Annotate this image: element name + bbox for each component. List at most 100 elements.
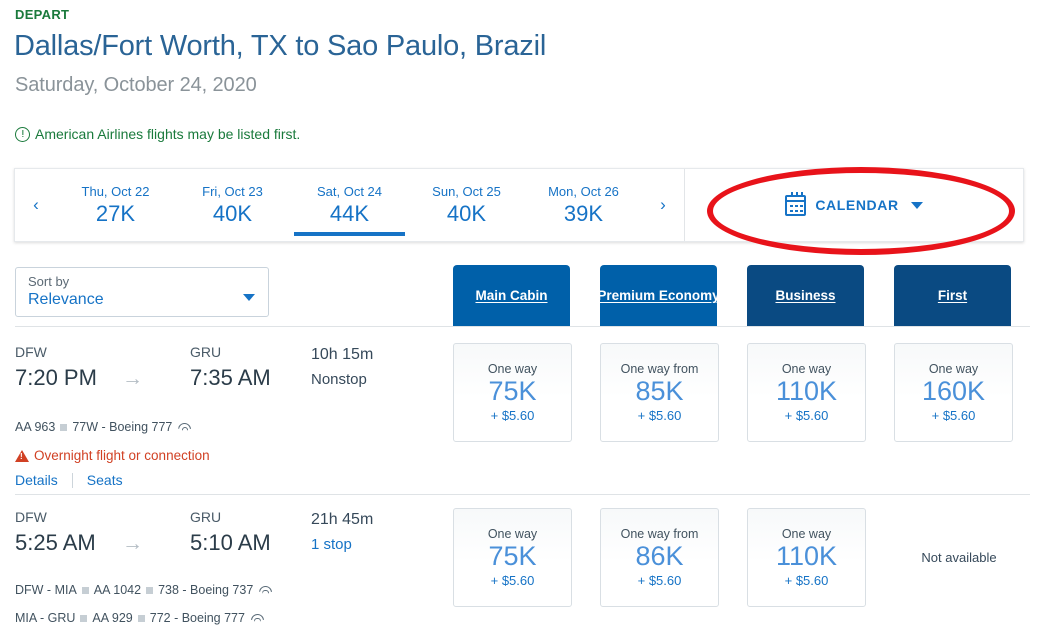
date-option[interactable]: Thu, Oct 22 27K [57, 169, 174, 241]
fare-label: One way from [620, 361, 699, 376]
date-option-price: 40K [212, 200, 253, 226]
fare-card[interactable]: One way from 86K + $5.60 [600, 508, 719, 607]
segment-text-c: 772 - Boeing 777 [149, 611, 245, 625]
chevron-down-icon [910, 201, 923, 209]
fare-miles: 86K [635, 540, 684, 571]
airline-listing-notice: American Airlines flights may be listed … [15, 126, 300, 142]
fare-tax: + $5.60 [784, 408, 829, 424]
destination-code: GRU [190, 344, 222, 360]
wifi-icon [258, 585, 271, 595]
fare-miles: 85K [635, 375, 684, 406]
fare-tax: + $5.60 [784, 573, 829, 589]
cabin-tab-label: First [937, 288, 968, 303]
depart-date: Saturday, October 24, 2020 [15, 74, 257, 96]
date-list: Thu, Oct 22 27K Fri, Oct 23 40K Sat, Oct 24 4… [57, 169, 642, 241]
fare-card[interactable]: One way 75K + $5.60 [453, 343, 572, 442]
flight-stops[interactable]: 1 stop [311, 536, 352, 553]
sort-by-select[interactable]: Sort by Relevance [15, 267, 269, 317]
date-option-label: Fri, Oct 23 [202, 183, 263, 199]
square-separator-icon [137, 614, 145, 622]
flight-duration: 10h 15m [311, 346, 374, 363]
segment-text-c: 738 - Boeing 737 [158, 583, 254, 597]
arrive-time: 5:10 AM [190, 530, 271, 555]
square-separator-icon [146, 586, 154, 594]
warning-triangle-icon [15, 449, 29, 462]
square-separator-icon [81, 586, 89, 594]
flight-stops: Nonstop [311, 371, 367, 388]
calendar-icon [785, 191, 807, 216]
flight-segment: DFW - MIA AA 1042 738 - Boeing 737 [15, 583, 271, 597]
calendar-button[interactable]: CALENDAR [685, 169, 1023, 241]
sort-by-value: Relevance [28, 291, 104, 308]
date-option[interactable]: Sun, Oct 25 40K [408, 169, 525, 241]
fare-miles: 75K [488, 540, 537, 571]
origin-code: DFW [15, 509, 47, 525]
row-links: Details Seats [15, 472, 123, 488]
date-option-price: 40K [446, 200, 487, 226]
fare-tax: + $5.60 [490, 408, 535, 424]
date-option[interactable]: Sat, Oct 24 44K [291, 169, 408, 241]
segment-text-a: AA 963 [15, 420, 56, 434]
segment-text-a: DFW - MIA [15, 583, 77, 597]
cabin-tab-business[interactable]: Business [747, 265, 864, 326]
origin-code: DFW [15, 344, 47, 360]
date-option-label: Thu, Oct 22 [81, 183, 150, 199]
wifi-icon [177, 422, 190, 432]
fare-tax: + $5.60 [931, 408, 976, 424]
fare-miles: 110K [775, 540, 838, 571]
date-selector-bar: ‹ Thu, Oct 22 27K Fri, Oct 23 40K Sat, Oct 2… [14, 168, 1024, 242]
date-option-price: 44K [329, 200, 370, 226]
date-option-price: 27K [95, 200, 136, 226]
cabin-tab-main-cabin[interactable]: Main Cabin [453, 265, 570, 326]
flight-segment: AA 963 77W - Boeing 777 [15, 420, 190, 434]
sort-by-label: Sort by [28, 274, 70, 289]
depart-label: DEPART [15, 7, 70, 22]
fare-not-available: Not available [921, 550, 997, 565]
flight-duration: 21h 45m [311, 511, 374, 528]
date-option-label: Mon, Oct 26 [548, 183, 619, 199]
date-option[interactable]: Mon, Oct 26 39K [525, 169, 642, 241]
segment-text-b: AA 929 [92, 611, 133, 625]
next-dates-button[interactable]: › [642, 169, 684, 241]
depart-time: 7:20 PM [15, 365, 97, 390]
calendar-button-label: CALENDAR [815, 197, 899, 213]
arrive-time: 7:35 AM [190, 365, 271, 390]
fare-tax: + $5.60 [637, 408, 682, 424]
square-separator-icon [60, 423, 68, 431]
segment-text-b: AA 1042 [93, 583, 142, 597]
fare-miles: 75K [488, 375, 537, 406]
cabin-tab-first[interactable]: First [894, 265, 1011, 326]
page-title: Dallas/Fort Worth, TX to Sao Paulo, Braz… [14, 30, 547, 62]
fare-card[interactable]: One way from 85K + $5.60 [600, 343, 719, 442]
divider [15, 494, 1030, 495]
cabin-tab-label: Premium Economy [597, 288, 720, 303]
fare-card[interactable]: One way 110K + $5.60 [747, 508, 866, 607]
notice-text: American Airlines flights may be listed … [35, 126, 301, 142]
date-option-label: Sat, Oct 24 [316, 183, 383, 199]
fare-card[interactable]: One way 160K + $5.60 [894, 343, 1013, 442]
segment-text-a: MIA - GRU [15, 611, 76, 625]
fare-label: One way [928, 361, 979, 376]
square-separator-icon [80, 614, 88, 622]
fare-card[interactable]: One way 75K + $5.60 [453, 508, 572, 607]
divider [15, 326, 1030, 327]
depart-time: 5:25 AM [15, 530, 96, 555]
date-option[interactable]: Fri, Oct 23 40K [174, 169, 291, 241]
previous-dates-button[interactable]: ‹ [15, 169, 57, 241]
fare-card[interactable]: One way 110K + $5.60 [747, 343, 866, 442]
details-link[interactable]: Details [15, 472, 58, 488]
fare-tax: + $5.60 [637, 573, 682, 589]
seats-link[interactable]: Seats [87, 472, 123, 488]
wifi-icon [250, 613, 263, 623]
destination-code: GRU [190, 509, 222, 525]
info-exclamation-icon [15, 126, 30, 142]
cabin-tab-label: Main Cabin [475, 288, 548, 303]
arrow-right-icon: → [122, 367, 143, 390]
fare-label: One way [487, 361, 538, 376]
segment-text-b: 77W - Boeing 777 [72, 420, 173, 434]
divider [71, 472, 73, 488]
cabin-tab-premium-economy[interactable]: Premium Economy [597, 265, 720, 326]
date-option-price: 39K [563, 200, 604, 226]
chevron-down-icon [243, 294, 255, 301]
fare-miles: 110K [775, 375, 838, 406]
